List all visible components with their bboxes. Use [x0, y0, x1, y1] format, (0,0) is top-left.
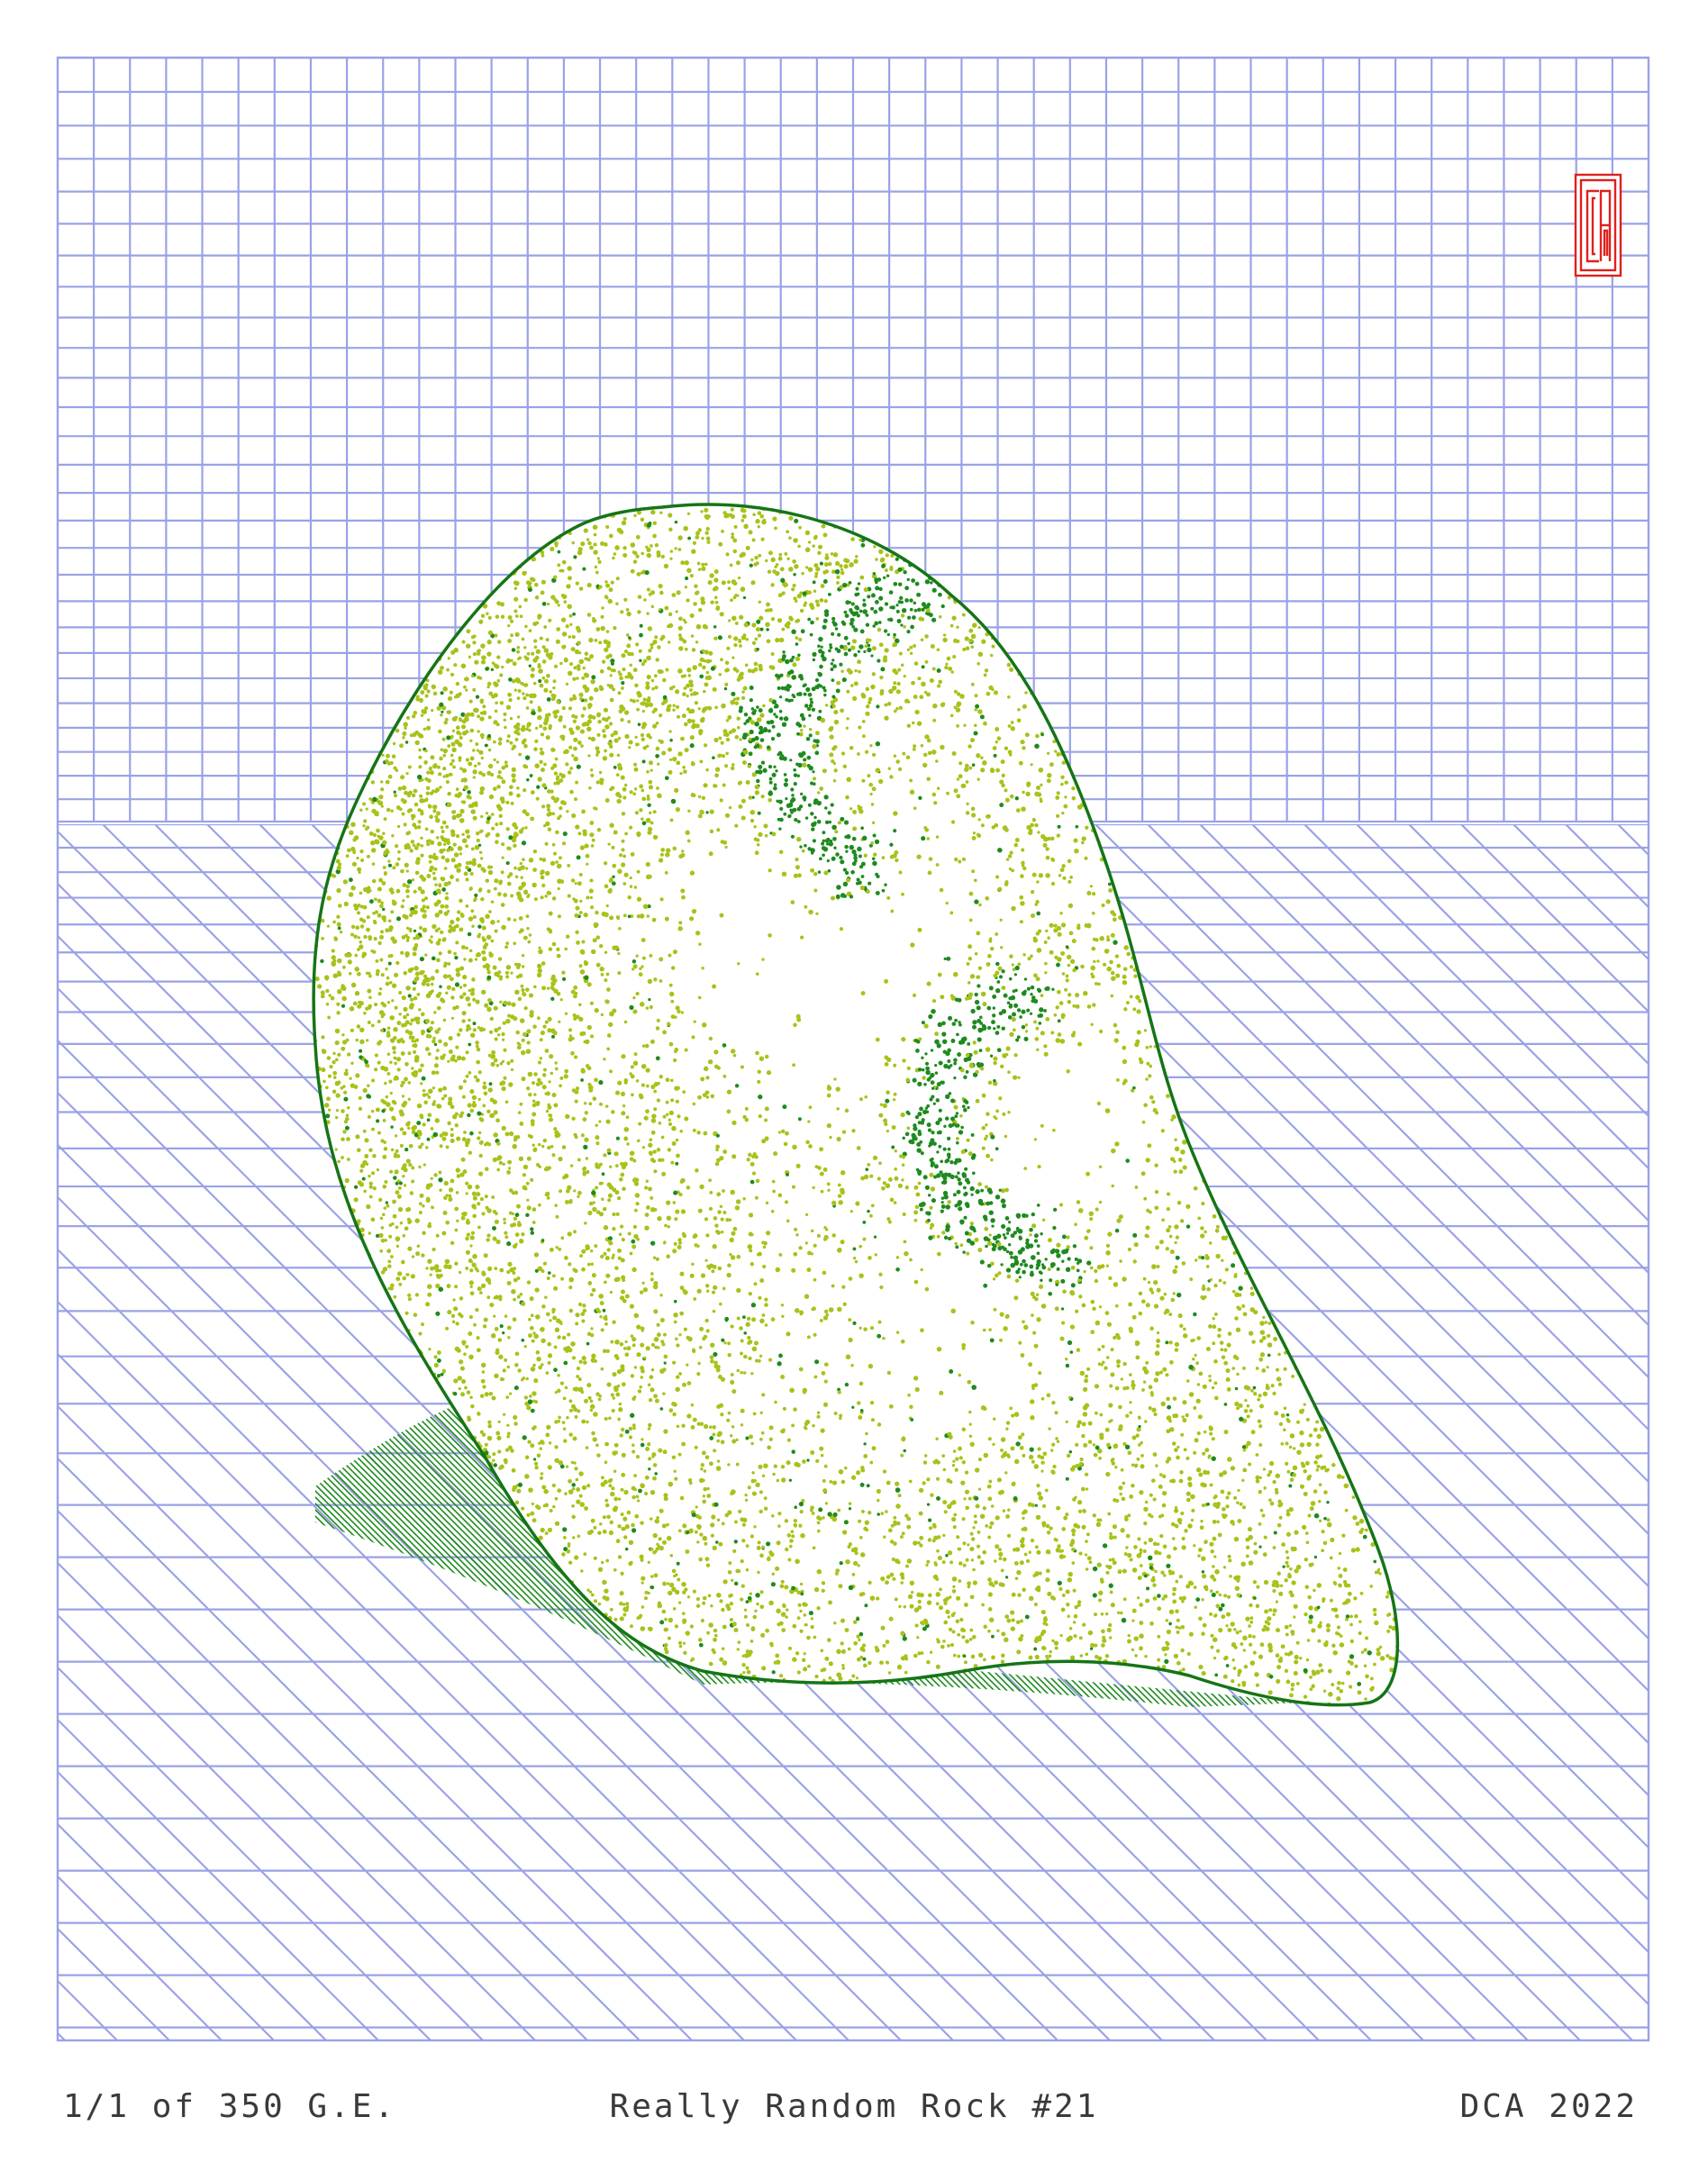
monogram-seal-icon: [1574, 173, 1622, 277]
artwork-title: Really Random Rock #21: [609, 2088, 1099, 2125]
artist-signature: DCA 2022: [1459, 2088, 1638, 2125]
artwork-canvas: [56, 56, 1650, 2042]
